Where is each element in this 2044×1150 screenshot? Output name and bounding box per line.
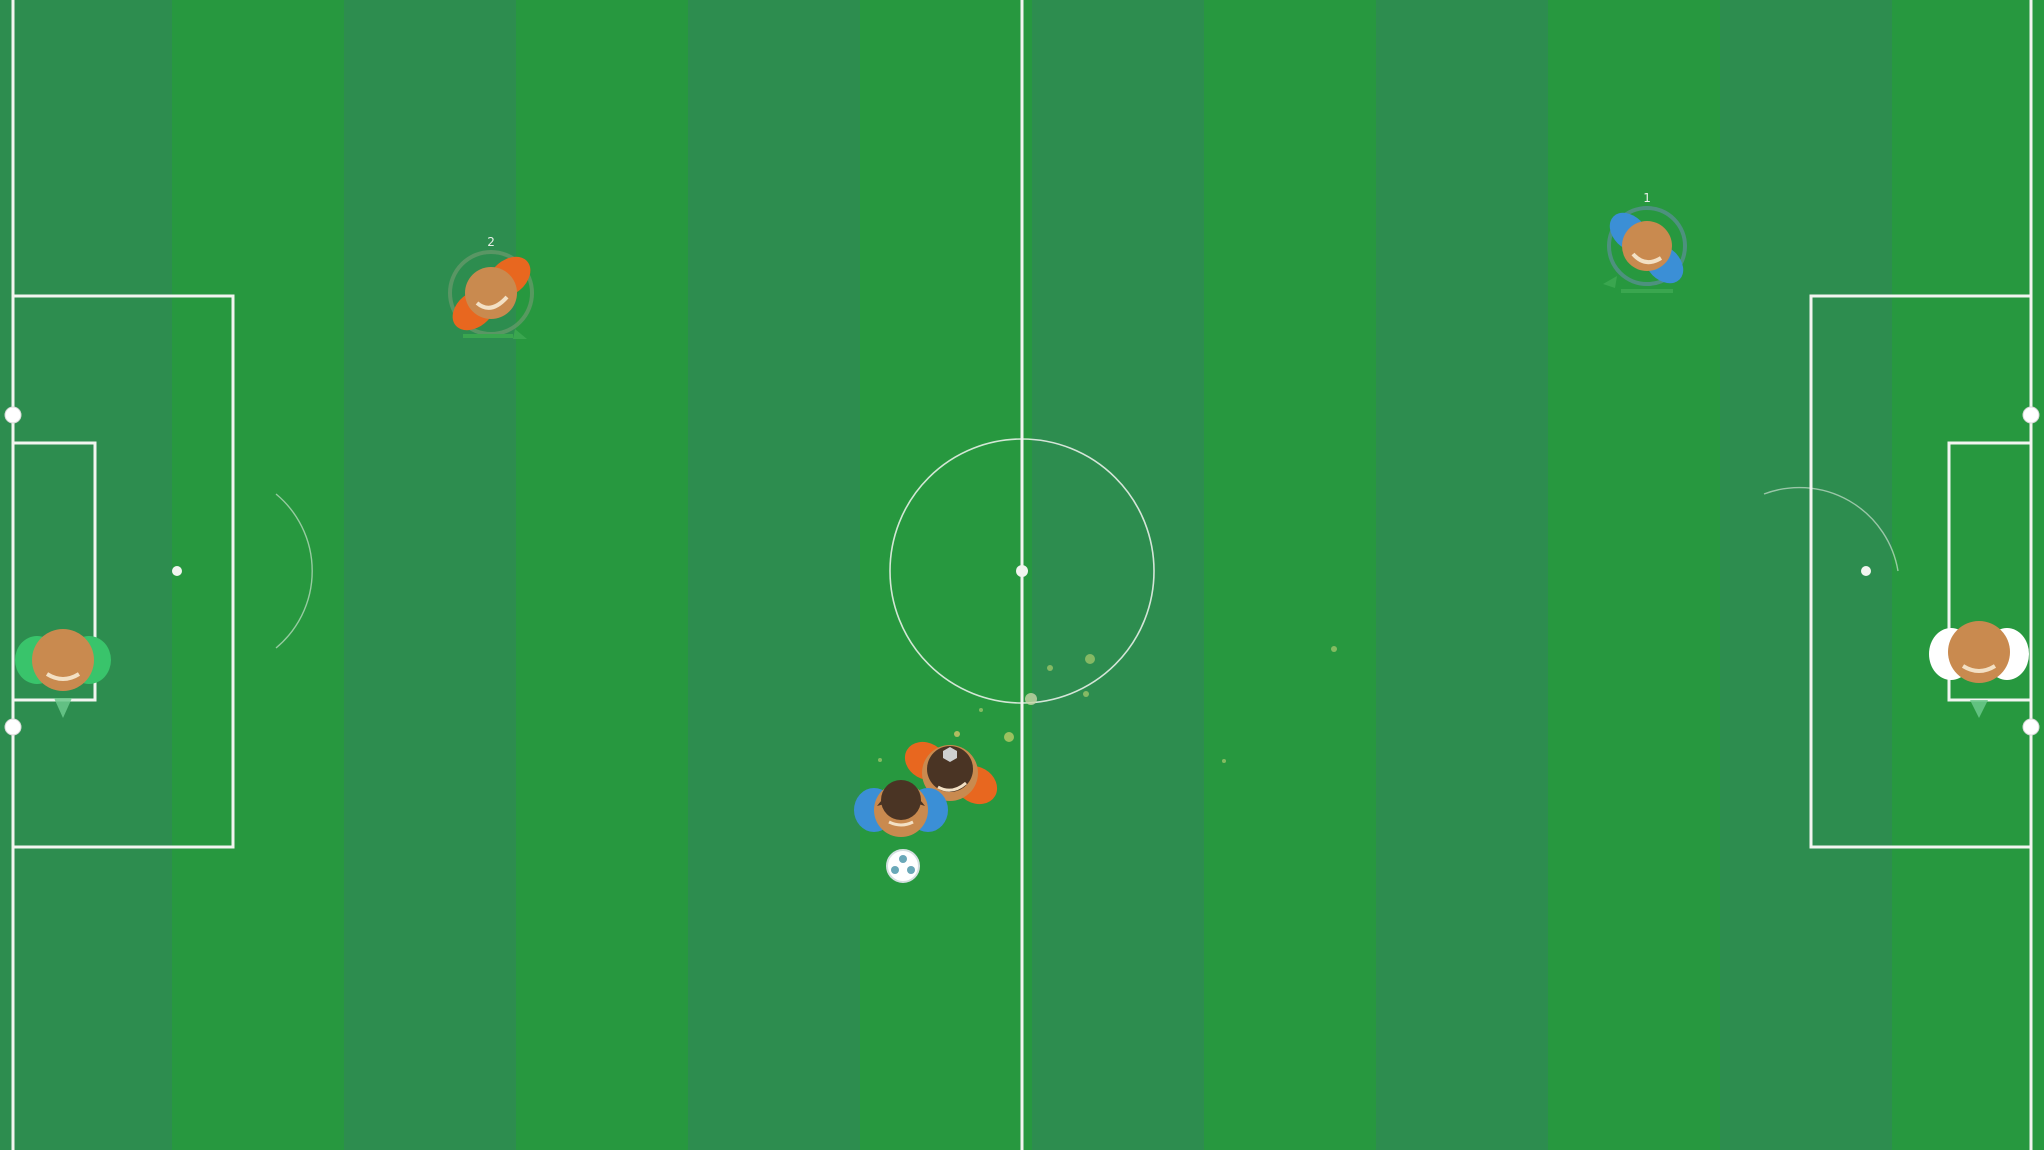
player-number-label: 1 — [1643, 191, 1651, 205]
left-penalty-arc — [275, 493, 313, 649]
left-goal-post-bottom — [4, 718, 22, 736]
right-penalty-spot — [1861, 566, 1871, 576]
left-penalty-area — [11, 294, 235, 849]
soccer-ball-icon[interactable] — [886, 849, 920, 883]
player-orange-2[interactable]: 2 — [445, 235, 539, 339]
player-number-label: 2 — [487, 235, 495, 249]
right-penalty-arc — [1763, 486, 1899, 572]
right-penalty-area — [1809, 294, 2033, 849]
left-penalty-spot — [172, 566, 182, 576]
keeper-right-white[interactable] — [1929, 621, 2029, 718]
left-goal-post-top — [4, 406, 22, 424]
right-goal-post-top — [2022, 406, 2040, 424]
center-spot — [1016, 565, 1028, 577]
pitch-markings: 2 1 — [4, 0, 2040, 1150]
right-goal-post-bottom — [2022, 718, 2040, 736]
player-blue-1[interactable]: 1 — [1602, 191, 1691, 293]
keeper-left-green[interactable] — [15, 629, 111, 718]
